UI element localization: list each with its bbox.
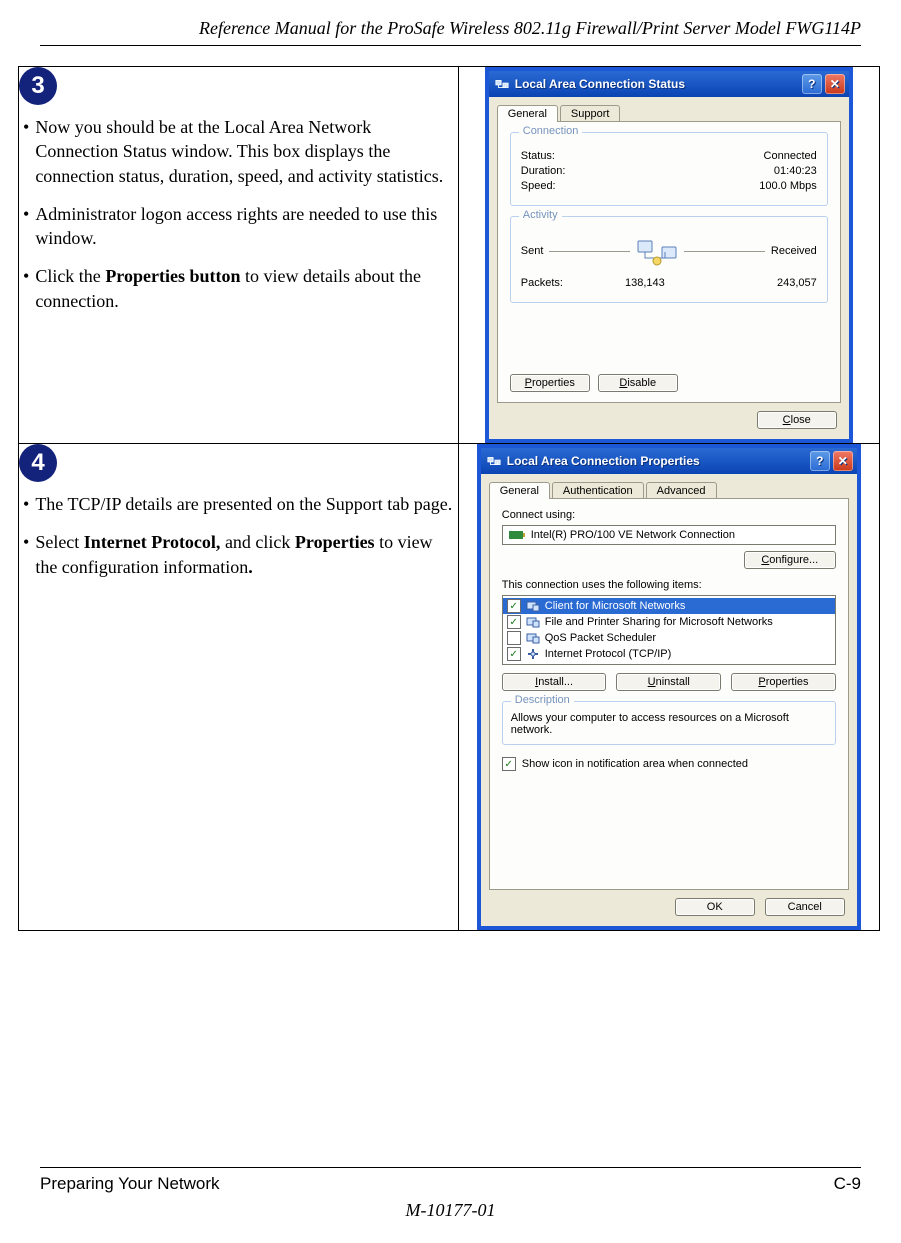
packets-received: 243,057 xyxy=(777,277,817,289)
footer-rule xyxy=(40,1167,861,1168)
item-file-printer-sharing[interactable]: File and Printer Sharing for Microsoft N… xyxy=(503,614,835,630)
connect-using-label: Connect using: xyxy=(502,509,836,521)
nic-icon xyxy=(509,529,525,541)
properties-titlebar: Local Area Connection Properties ? ✕ xyxy=(481,448,857,474)
help-button[interactable]: ? xyxy=(802,74,822,94)
protocol-icon xyxy=(526,647,540,661)
uninstall-button[interactable]: Uninstall xyxy=(616,673,721,691)
properties-title: Local Area Connection Properties xyxy=(507,454,700,468)
speed-label: Speed: xyxy=(521,180,556,192)
description-text: Allows your computer to access resources… xyxy=(511,712,789,736)
tab-advanced[interactable]: Advanced xyxy=(646,482,717,499)
status-title: Local Area Connection Status xyxy=(515,77,685,91)
close-button-x[interactable]: ✕ xyxy=(825,74,845,94)
properties-window: Local Area Connection Properties ? ✕ Gen… xyxy=(477,444,861,930)
step3-text-cell: 3 Now you should be at the Local Area Ne… xyxy=(19,67,459,444)
step3-image-cell: Local Area Connection Status ? ✕ General… xyxy=(458,67,880,444)
status-value: Connected xyxy=(764,150,817,162)
cancel-button[interactable]: Cancel xyxy=(765,898,845,916)
network-status-icon xyxy=(495,77,509,91)
items-listbox[interactable]: Client for Microsoft Networks File and P… xyxy=(502,595,836,665)
show-icon-label: Show icon in notification area when conn… xyxy=(522,758,748,770)
checkbox[interactable] xyxy=(507,599,521,613)
status-window: Local Area Connection Status ? ✕ General… xyxy=(485,67,853,443)
footer-left: Preparing Your Network xyxy=(40,1174,220,1194)
step-badge-3: 3 xyxy=(19,67,57,105)
header-title: Reference Manual for the ProSafe Wireles… xyxy=(199,18,861,38)
step3-bullets: Now you should be at the Local Area Netw… xyxy=(19,115,458,313)
checkbox[interactable] xyxy=(507,631,521,645)
page-footer: Preparing Your Network C-9 M-10177-01 xyxy=(0,1167,901,1221)
footer-docnum: M-10177-01 xyxy=(0,1200,901,1221)
content-table: 3 Now you should be at the Local Area Ne… xyxy=(18,66,880,931)
sharing-icon xyxy=(526,615,540,629)
status-label: Status: xyxy=(521,150,555,162)
adapter-box[interactable]: Intel(R) PRO/100 VE Network Connection xyxy=(502,525,836,545)
close-button-x[interactable]: ✕ xyxy=(833,451,853,471)
status-tabs: General Support xyxy=(497,105,841,122)
step4-text-cell: 4 The TCP/IP details are presented on th… xyxy=(19,444,459,931)
items-label: This connection uses the following items… xyxy=(502,579,836,591)
connection-group: Connection Status:Connected Duration:01:… xyxy=(510,132,828,206)
duration-value: 01:40:23 xyxy=(774,165,817,177)
ok-button[interactable]: OK xyxy=(675,898,755,916)
qos-icon xyxy=(526,631,540,645)
packets-sent: 138,143 xyxy=(625,277,665,289)
item-tcpip[interactable]: Internet Protocol (TCP/IP) xyxy=(503,646,835,662)
description-box: Description Allows your computer to acce… xyxy=(502,701,836,745)
step3-bullet2: Administrator logon access rights are ne… xyxy=(35,202,457,251)
show-icon-row[interactable]: Show icon in notification area when conn… xyxy=(502,757,836,771)
activity-group: Activity Sent Received Packets: 138,143 xyxy=(510,216,828,303)
disable-button[interactable]: Disable xyxy=(598,374,678,392)
sent-label: Sent xyxy=(521,245,544,257)
step3-bullet3: Click the Properties button to view deta… xyxy=(35,264,457,313)
activity-icon xyxy=(636,235,678,267)
status-titlebar: Local Area Connection Status ? ✕ xyxy=(489,71,849,97)
item-qos-scheduler[interactable]: QoS Packet Scheduler xyxy=(503,630,835,646)
install-button[interactable]: Install... xyxy=(502,673,607,691)
step4-bullets: The TCP/IP details are presented on the … xyxy=(19,492,458,579)
properties-tabs: General Authentication Advanced xyxy=(489,482,849,499)
tab-general[interactable]: General xyxy=(497,105,558,122)
tab-support[interactable]: Support xyxy=(560,105,621,122)
speed-value: 100.0 Mbps xyxy=(759,180,816,192)
step-badge-4: 4 xyxy=(19,444,57,482)
checkbox[interactable] xyxy=(507,647,521,661)
adapter-name: Intel(R) PRO/100 VE Network Connection xyxy=(531,529,735,541)
footer-right: C-9 xyxy=(834,1174,861,1194)
properties-button[interactable]: Properties xyxy=(510,374,590,392)
item-client-ms-networks[interactable]: Client for Microsoft Networks xyxy=(503,598,835,614)
show-icon-checkbox[interactable] xyxy=(502,757,516,771)
packets-label: Packets: xyxy=(521,277,563,289)
item-properties-button[interactable]: Properties xyxy=(731,673,836,691)
header-rule xyxy=(40,45,861,46)
client-icon xyxy=(526,599,540,613)
configure-button[interactable]: Configure... xyxy=(744,551,836,569)
step3-bullet1: Now you should be at the Local Area Netw… xyxy=(35,115,457,188)
network-properties-icon xyxy=(487,454,501,468)
step4-bullet1: The TCP/IP details are presented on the … xyxy=(35,492,457,516)
duration-label: Duration: xyxy=(521,165,566,177)
step4-bullet2: Select Internet Protocol, and click Prop… xyxy=(35,530,457,579)
step4-image-cell: Local Area Connection Properties ? ✕ Gen… xyxy=(458,444,880,931)
close-button[interactable]: Close xyxy=(757,411,837,429)
help-button[interactable]: ? xyxy=(810,451,830,471)
page-header: Reference Manual for the ProSafe Wireles… xyxy=(0,0,901,43)
tab-general[interactable]: General xyxy=(489,482,550,499)
tab-authentication[interactable]: Authentication xyxy=(552,482,644,499)
checkbox[interactable] xyxy=(507,615,521,629)
connection-group-label: Connection xyxy=(519,125,583,137)
activity-group-label: Activity xyxy=(519,209,562,221)
description-label: Description xyxy=(511,694,574,706)
received-label: Received xyxy=(771,245,817,257)
